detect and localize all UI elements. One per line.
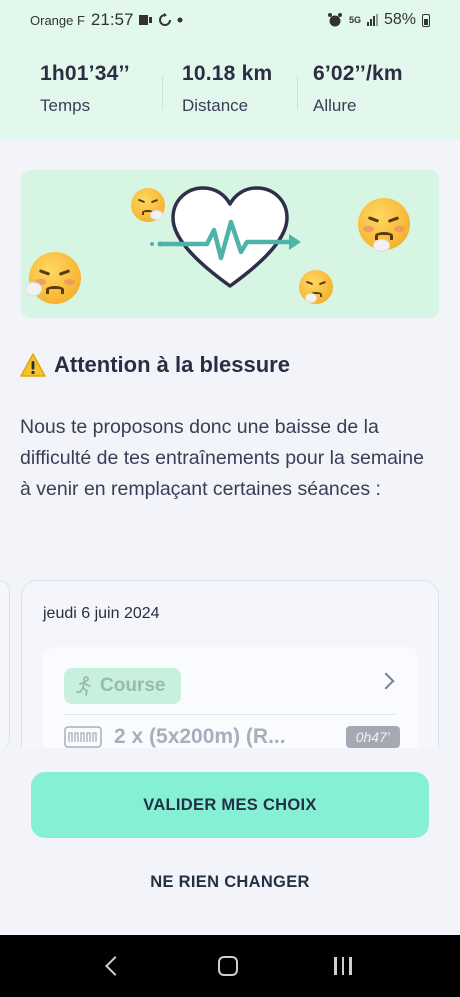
clock: 21:57: [90, 10, 134, 29]
stat-value: 10.18 km: [182, 62, 273, 85]
sick-face-emoji: [299, 270, 333, 304]
session-date: jeudi 6 juin 2024: [43, 605, 160, 622]
home-icon[interactable]: [218, 956, 239, 976]
chevron-right-icon[interactable]: [377, 672, 395, 690]
session-title: 2 x (5x200m) (R...: [114, 725, 286, 748]
runner-icon: [76, 676, 91, 696]
previous-session-card[interactable]: [0, 580, 10, 750]
alarm-icon: [327, 13, 342, 27]
stat-value: 1h01’34’’: [40, 62, 130, 85]
signal-icon: [366, 14, 378, 26]
session-duration: 0h47’: [345, 726, 400, 748]
validate-choices-button[interactable]: VALIDER MES CHOIX: [31, 772, 429, 838]
warning-icon: [20, 353, 46, 377]
injury-illustration: [21, 170, 439, 318]
stat-label: Distance: [182, 96, 249, 115]
warning-title: Attention à la blessure: [54, 352, 290, 377]
action-area: VALIDER MES CHOIX NE RIEN CHANGER: [0, 748, 460, 935]
session-row[interactable]: 2 x (5x200m) (R... 0h47’: [64, 725, 400, 749]
intervals-icon: [64, 726, 102, 748]
sync-icon: [159, 13, 172, 26]
battery-icon: [422, 13, 430, 27]
network-type: 5G: [348, 15, 361, 25]
session-card[interactable]: jeudi 6 juin 2024 Course 2 x (5x200m) (R…: [21, 580, 439, 770]
warning-description: Nous te proposons donc une baisse de la …: [20, 416, 424, 500]
divider: [64, 714, 396, 715]
stat-value: 6’02’’/km: [313, 62, 403, 85]
dot-icon: [177, 17, 183, 23]
notification-icons: [139, 13, 183, 27]
carrier-name: Orange F: [30, 12, 85, 28]
activity-tag: Course: [64, 668, 182, 704]
warning-heading: Attention à la blessure: [20, 352, 290, 378]
stat-distance: 10.18 km Distance: [163, 62, 277, 140]
activity-label: Course: [100, 675, 166, 696]
stat-label: Temps: [40, 96, 91, 115]
sick-face-emoji: [131, 188, 165, 222]
back-icon[interactable]: [105, 956, 125, 976]
stat-label: Allure: [313, 96, 357, 115]
system-icons: 5G 58%: [327, 11, 430, 29]
sick-face-emoji: [358, 198, 410, 252]
system-nav-bar: [0, 935, 460, 997]
run-stats: 1h01’34’’ Temps 10.18 km Distance 6’02’’…: [0, 40, 460, 140]
status-bar: Orange F 21:57 5G 58%: [0, 0, 460, 40]
media-icon: [139, 15, 153, 25]
battery-level: 58%: [383, 11, 416, 28]
keep-unchanged-button[interactable]: NE RIEN CHANGER: [31, 866, 429, 898]
sick-face-emoji: [25, 252, 81, 304]
stat-pace: 6’02’’/km Allure: [298, 62, 403, 140]
recent-apps-icon[interactable]: [334, 957, 352, 975]
stat-time: 1h01’34’’ Temps: [40, 62, 162, 140]
